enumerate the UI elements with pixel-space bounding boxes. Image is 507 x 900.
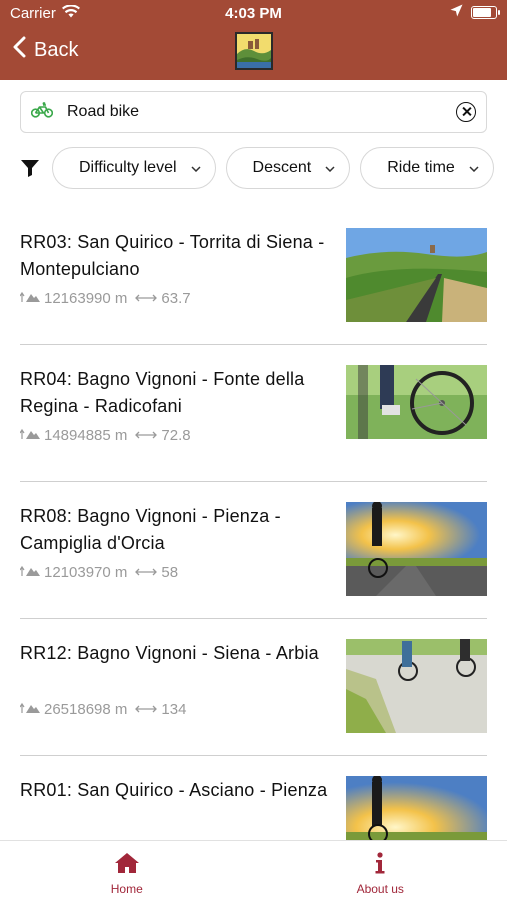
elevation-value: 26518698 m: [44, 701, 128, 718]
route-title: RR03: San Quirico - Torrita di Siena - M…: [20, 232, 325, 279]
location-arrow-icon: [450, 4, 463, 21]
clock: 4:03 PM: [225, 5, 282, 22]
tab-home[interactable]: Home: [0, 841, 254, 900]
distance-stat: 63.7: [135, 290, 191, 307]
chevron-down-icon: [190, 161, 201, 175]
chevron-left-icon: [12, 36, 26, 64]
elevation-icon: [19, 564, 40, 581]
elevation-stat: 14894885 m: [19, 427, 128, 444]
cyclist-sunset-photo: [346, 502, 487, 596]
filter-chip-difficulty[interactable]: Difficulty level: [52, 147, 216, 189]
elevation-icon: [19, 427, 40, 444]
battery-level: [473, 8, 491, 17]
distance-stat: 58: [135, 564, 178, 581]
distance-value: 58: [161, 564, 179, 581]
distance-stat: 134: [135, 701, 186, 718]
search-field[interactable]: Road bike: [20, 91, 487, 133]
route-title: RR08: Bagno Vignoni - Pienza - Campiglia…: [20, 506, 281, 553]
elevation-icon: [19, 290, 40, 307]
back-button[interactable]: Back: [12, 36, 78, 64]
status-right: [450, 4, 500, 21]
tab-label: About us: [356, 882, 404, 896]
elevation-stat: 26518698 m: [19, 701, 128, 718]
filter-bar: Difficulty level Descent Ride time: [18, 147, 507, 189]
back-label: Back: [34, 38, 79, 61]
distance-icon: [135, 290, 158, 307]
elevation-value: 12103970 m: [44, 564, 128, 581]
filter-chip-descent[interactable]: Descent: [225, 147, 351, 189]
search-value: Road bike: [67, 103, 140, 120]
bicycle-icon: [30, 101, 54, 123]
elevation-icon: [19, 701, 40, 718]
tab-bar: Home About us: [0, 840, 507, 900]
route-list: RR03: San Quirico - Torrita di Siena - M…: [19, 208, 487, 893]
app-logo-icon: [235, 32, 273, 70]
filter-icon[interactable]: [18, 156, 42, 180]
route-title: RR12: Bagno Vignoni - Siena - Arbia: [20, 643, 319, 663]
filter-chip-ride-time[interactable]: Ride time: [360, 147, 494, 189]
distance-value: 134: [161, 701, 187, 718]
route-stats: 14894885 m 72.8: [19, 427, 191, 444]
clear-circle-icon[interactable]: [456, 102, 476, 122]
filter-chip-label: Descent: [252, 159, 312, 176]
info-icon: [374, 852, 386, 877]
route-stats: 26518698 m 134: [19, 701, 186, 718]
header: Carrier 4:03 PM Back: [0, 0, 507, 80]
elevation-value: 14894885 m: [44, 427, 128, 444]
cyclist-sunset-photo: [346, 776, 487, 840]
road-hills-photo: [346, 228, 487, 322]
filter-chip-label: Ride time: [387, 159, 455, 176]
elevation-stat: 12103970 m: [19, 564, 128, 581]
route-item[interactable]: RR12: Bagno Vignoni - Siena - Arbia 2651…: [19, 619, 487, 756]
distance-value: 72.8: [161, 427, 191, 444]
chevron-down-icon: [325, 161, 335, 175]
elevation-value: 12163990 m: [44, 290, 128, 307]
tab-about-us[interactable]: About us: [254, 841, 507, 900]
chevron-down-icon: [469, 161, 479, 175]
route-item[interactable]: RR04: Bagno Vignoni - Fonte della Regina…: [19, 345, 487, 482]
distance-icon: [135, 701, 158, 718]
route-stats: 12103970 m 58: [19, 564, 178, 581]
route-title: RR01: San Quirico - Asciano - Pienza: [20, 780, 328, 800]
distance-stat: 72.8: [135, 427, 191, 444]
cyclists-road-photo: [346, 639, 487, 733]
elevation-stat: 12163990 m: [19, 290, 128, 307]
battery-icon: [471, 6, 500, 19]
distance-icon: [135, 564, 158, 581]
home-icon: [114, 852, 140, 877]
route-item[interactable]: RR03: San Quirico - Torrita di Siena - M…: [19, 208, 487, 345]
filter-chip-label: Difficulty level: [79, 159, 177, 176]
route-stats: 12163990 m 63.7: [19, 290, 191, 307]
bike-wheel-photo: [346, 365, 487, 439]
distance-value: 63.7: [161, 290, 191, 307]
distance-icon: [135, 427, 158, 444]
route-title: RR04: Bagno Vignoni - Fonte della Regina…: [20, 369, 305, 416]
route-item[interactable]: RR08: Bagno Vignoni - Pienza - Campiglia…: [19, 482, 487, 619]
tab-label: Home: [110, 882, 143, 896]
status-bar: Carrier 4:03 PM: [0, 0, 507, 28]
